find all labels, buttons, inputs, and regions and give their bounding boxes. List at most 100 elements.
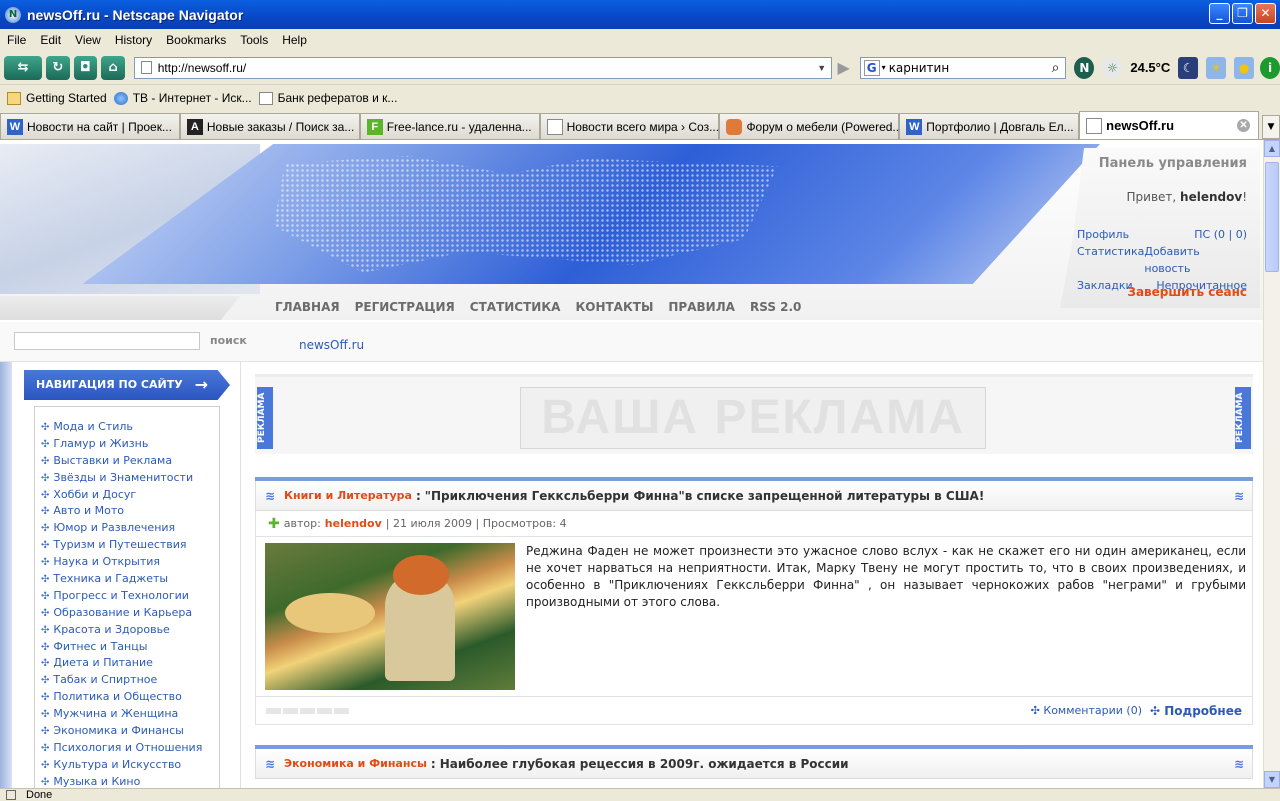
sidebar-item[interactable]: ✣ Авто и Мото [35,503,219,520]
magnifier-icon[interactable]: ⌕ [1045,60,1065,76]
tab-forum[interactable]: Форум о мебели (Powered... [719,113,900,139]
tab-freelance[interactable]: F Free-lance.ru - удаленна... [359,113,540,139]
news-title[interactable]: "Приключения Гекксльберри Финна"в списке… [425,489,985,503]
sidebar-item[interactable]: ✣ Политика и Общество [35,689,219,706]
tab-portfolio[interactable]: W Портфолио | Довгаль Ел... [899,113,1080,139]
collapse-icon[interactable]: ≋ [1234,489,1244,503]
bullet-icon: ✣ [41,540,50,552]
netscape-icon: N [5,6,21,23]
breadcrumb[interactable]: newsOff.ru [299,338,364,352]
sun-icon[interactable]: ● [1234,56,1255,79]
site-search-button[interactable]: поиск [210,334,247,347]
sidebar-item[interactable]: ✣ Экономика и Финансы [35,723,219,740]
site-search-input[interactable] [14,332,200,350]
bookmark-referaty[interactable]: Банк рефератов и к... [258,91,397,105]
menu-file[interactable]: File [0,33,33,47]
read-more-link[interactable]: ✣ Подробнее [1150,704,1242,718]
moon-icon[interactable]: ☾ [1178,56,1199,79]
menu-edit[interactable]: Edit [33,33,68,47]
tab-newsoff[interactable]: newsOff.ru ✕ [1079,111,1260,139]
url-text[interactable]: http://newsoff.ru/ [158,61,813,75]
comments-link[interactable]: ✣ Комментарии (0) [1031,704,1142,717]
minimize-button[interactable]: _ [1209,3,1230,24]
sidebar-item[interactable]: ✣ Диета и Питание [35,655,219,672]
link-add-news[interactable]: Добавить новость [1144,243,1247,277]
sidebar-item[interactable]: ✣ Звёзды и Знаменитости [35,470,219,487]
tab-novosti[interactable]: W Новости на сайт | Проек... [0,113,180,139]
menu-bookmarks[interactable]: Bookmarks [159,33,233,47]
collapse-icon[interactable]: ≋ [1234,757,1244,771]
url-dropdown-icon[interactable]: ▼ [813,63,831,73]
sidebar-item[interactable]: ✣ Музыка и Кино [35,774,219,788]
url-bar[interactable]: http://newsoff.ru/ ▼ [133,56,832,79]
rating-stars[interactable] [266,707,349,714]
sidebar-item[interactable]: ✣ Красота и Здоровье [35,622,219,639]
nav-rules[interactable]: ПРАВИЛА [668,300,735,314]
menu-view[interactable]: View [68,33,108,47]
nav-register[interactable]: РЕГИСТРАЦИЯ [355,300,455,314]
close-button[interactable]: ✕ [1255,3,1276,24]
sidebar-item[interactable]: ✣ Юмор и Развлечения [35,520,219,537]
link-statistics[interactable]: Статистика [1077,243,1144,277]
news-author[interactable]: helendov [325,517,382,530]
tab-list-dropdown-icon[interactable]: ▼ [1262,115,1280,139]
scroll-thumb[interactable] [1265,162,1279,272]
sidebar-item[interactable]: ✣ Образование и Карьера [35,605,219,622]
tab-novosti-mira[interactable]: Новости всего мира › Соз... [539,113,720,139]
home-icon[interactable]: ⌂ [101,55,125,80]
nav-contacts[interactable]: КОНТАКТЫ [575,300,653,314]
weather-globe-icon[interactable]: ☼ [1102,56,1123,79]
sidebar-item[interactable]: ✣ Культура и Искусство [35,757,219,774]
sidebar-item[interactable]: ✣ Гламур и Жизнь [35,436,219,453]
a-icon: A [186,118,203,135]
logout-link[interactable]: Завершить сеанс [1127,285,1247,299]
sidebar-item[interactable]: ✣ Выставки и Реклама [35,453,219,470]
sidebar-item[interactable]: ✣ Хобби и Досуг [35,487,219,504]
ad-placeholder[interactable]: ВАША РЕКЛАМА [520,387,986,449]
sidebar-item[interactable]: ✣ Техника и Гаджеты [35,571,219,588]
sidebar-item[interactable]: ✣ Наука и Открытия [35,554,219,571]
page-icon [546,118,563,135]
sidebar-item[interactable]: ✣ Фитнес и Танцы [35,639,219,656]
link-bookmarks[interactable]: Закладки [1077,277,1133,294]
netscape-n-icon[interactable]: N [1074,56,1095,79]
scroll-down-icon[interactable]: ▼ [1264,771,1280,788]
cloud-sun-icon[interactable]: ☀ [1206,56,1227,79]
nav-statistics[interactable]: СТАТИСТИКА [470,300,561,314]
stop-icon[interactable]: ◘ [73,55,98,80]
sidebar-item[interactable]: ✣ Прогресс и Технологии [35,588,219,605]
nav-home[interactable]: ГЛАВНАЯ [275,300,340,314]
bullet-icon: ✣ [41,574,50,586]
go-button[interactable]: ▶ [834,57,854,79]
back-forward-button[interactable]: ⇆ [4,55,43,80]
top-navigation: ГЛАВНАЯ РЕГИСТРАЦИЯ СТАТИСТИКА КОНТАКТЫ … [275,300,801,314]
info-icon[interactable]: i [1260,56,1280,79]
link-messages[interactable]: ПС (0 | 0) [1194,226,1247,243]
tab-zakazy[interactable]: A Новые заказы / Поиск за... [179,113,360,139]
bookmark-tv[interactable]: ТВ - Интернет - Иск... [113,91,252,105]
reload-icon[interactable]: ↻ [46,55,70,80]
search-bar[interactable]: G ▾ карнитин ⌕ [859,56,1067,79]
news-category[interactable]: Книги и Литература [284,489,412,502]
sidebar-title: НАВИГАЦИЯ ПО САЙТУ → [24,370,230,400]
news-category[interactable]: Экономика и Финансы [284,757,427,770]
maximize-button[interactable]: ❐ [1232,3,1253,24]
sidebar-item[interactable]: ✣ Мужчина и Женщина [35,706,219,723]
vertical-scrollbar[interactable]: ▲ ▼ [1263,140,1280,788]
plus-icon[interactable]: ✚ [268,516,280,532]
link-profile[interactable]: Профиль [1077,226,1129,243]
close-tab-icon[interactable]: ✕ [1237,119,1251,132]
scroll-up-icon[interactable]: ▲ [1264,140,1280,157]
bookmark-getting-started[interactable]: Getting Started [7,91,107,105]
sidebar-item[interactable]: ✣ Мода и Стиль [35,419,219,436]
menu-help[interactable]: Help [275,33,314,47]
sidebar-item[interactable]: ✣ Туризм и Путешествия [35,537,219,554]
news-title[interactable]: Наиболее глубокая рецессия в 2009г. ожид… [440,757,849,771]
sidebar-item[interactable]: ✣ Психология и Отношения [35,740,219,757]
menu-tools[interactable]: Tools [233,33,275,47]
menu-history[interactable]: History [108,33,159,47]
google-icon[interactable]: G [863,59,880,76]
nav-rss[interactable]: RSS 2.0 [750,300,801,314]
search-input[interactable]: карнитин [886,61,1046,75]
sidebar-item[interactable]: ✣ Табак и Спиртное [35,672,219,689]
